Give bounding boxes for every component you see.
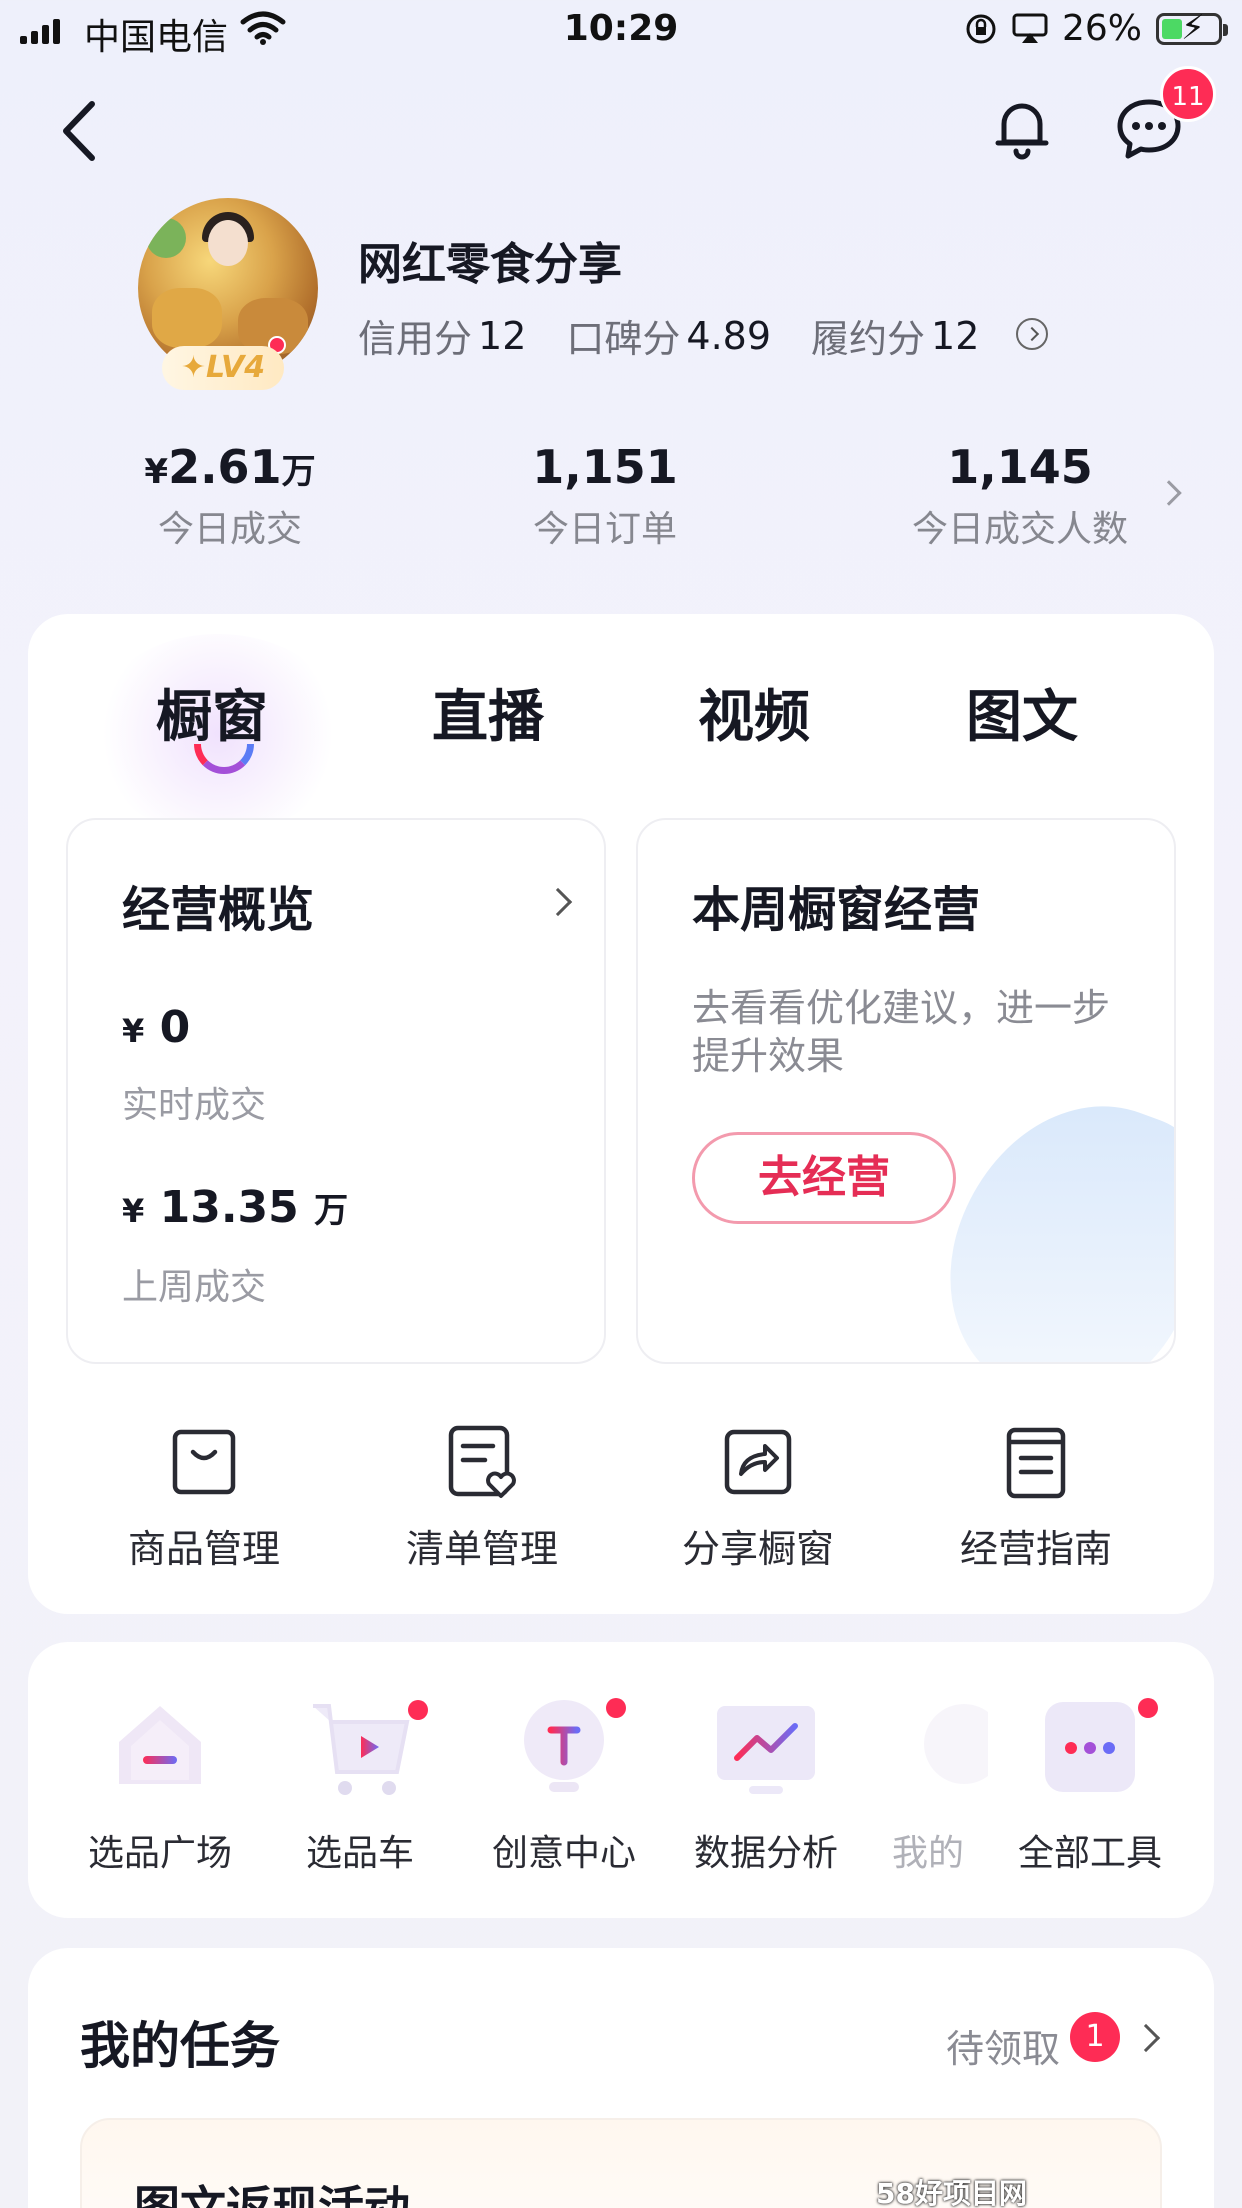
watermark: 58好项目网www.58hxm.com xyxy=(876,2177,1027,2208)
reputation-score-label: 口碑分 xyxy=(566,317,681,361)
app-creative-center[interactable]: 创意中心 xyxy=(464,1692,664,1876)
score-row[interactable]: 信用分 12 口碑分 4.89 履约分 12 xyxy=(358,308,1019,363)
app-mine-partial[interactable]: 我的 xyxy=(878,1692,988,1876)
notification-dot xyxy=(408,1700,428,1720)
weekly-title: 本周橱窗经营 xyxy=(692,882,981,938)
rotation-lock-icon xyxy=(966,14,996,43)
analytics-icon xyxy=(711,1692,821,1802)
tab-showcase[interactable]: 橱窗 xyxy=(156,672,268,753)
tab-graphic[interactable]: 图文 xyxy=(966,672,1078,753)
list-heart-icon xyxy=(448,1425,516,1498)
lightbulb-icon xyxy=(509,1692,619,1802)
chevron-right-icon[interactable] xyxy=(543,887,573,917)
go-manage-button[interactable]: 去经营 xyxy=(692,1132,956,1224)
shop-name: 网红零食分享 xyxy=(358,239,622,290)
battery-percent: 26% xyxy=(1061,8,1142,49)
app-selection-square[interactable]: 选品广场 xyxy=(60,1692,260,1876)
tool-share-showcase[interactable]: 分享橱窗 xyxy=(628,1422,888,1573)
tasks-card: 我的任务 待领取 1 图文返现活动 xyxy=(28,1948,1214,2208)
tool-product-manage[interactable]: 商品管理 xyxy=(74,1422,334,1573)
back-icon[interactable] xyxy=(56,96,106,166)
app-all-tools[interactable]: 全部工具 xyxy=(990,1692,1190,1876)
showcase-card: 橱窗 直播 视频 图文 经营概览 ¥ 0 实时成交 ¥ 13.35 万 上周成交… xyxy=(28,614,1214,1614)
lastweek-sales-value: ¥ 13.35 万 xyxy=(122,1182,349,1233)
realtime-sales-label: 实时成交 xyxy=(122,1085,267,1126)
notification-dot xyxy=(606,1698,626,1718)
decorative-shape xyxy=(913,1068,1174,1362)
cart-icon xyxy=(305,1692,415,1802)
bell-icon[interactable] xyxy=(992,96,1052,160)
message-badge: 11 xyxy=(1160,66,1216,122)
stat-today-sales[interactable]: ¥2.61万 今日成交 xyxy=(140,440,320,552)
notification-dot xyxy=(1138,1698,1158,1718)
tasks-title: 我的任务 xyxy=(80,2017,280,2075)
pending-label[interactable]: 待领取 xyxy=(946,2018,1060,2073)
fulfillment-score-label: 履约分 xyxy=(811,317,926,361)
reputation-score-value: 4.89 xyxy=(686,313,771,358)
app-selection-cart[interactable]: 选品车 xyxy=(260,1692,460,1876)
shopping-bag-icon xyxy=(172,1429,236,1495)
overview-title: 经营概览 xyxy=(122,882,315,938)
overview-panel[interactable]: 经营概览 ¥ 0 实时成交 ¥ 13.35 万 上周成交 xyxy=(66,818,606,1364)
score-detail-icon[interactable] xyxy=(1016,318,1048,350)
chevron-right-icon[interactable] xyxy=(1156,480,1182,506)
weekly-desc: 去看看优化建议，进一步提升效果 xyxy=(692,986,1111,1078)
app-data-analysis[interactable]: 数据分析 xyxy=(666,1692,866,1876)
more-dots-icon xyxy=(1035,1692,1145,1802)
status-bar: 中国电信 10:29 26% ⚡ xyxy=(0,0,1242,60)
tool-business-guide[interactable]: 经营指南 xyxy=(906,1422,1166,1573)
share-icon xyxy=(724,1429,792,1495)
house-icon xyxy=(105,1692,215,1802)
pending-count-badge: 1 xyxy=(1070,2012,1120,2062)
tools-strip: 选品广场 选品车 创意中心 数据分析 我的 全部工具 xyxy=(28,1642,1214,1918)
realtime-sales-value: ¥ 0 xyxy=(122,1002,191,1053)
tool-list-manage[interactable]: 清单管理 xyxy=(352,1422,612,1573)
tab-video[interactable]: 视频 xyxy=(698,672,810,753)
tab-live[interactable]: 直播 xyxy=(432,672,544,753)
level-badge: ✦LV4 xyxy=(162,346,284,390)
stat-today-buyers[interactable]: 1,145 今日成交人数 xyxy=(900,440,1140,552)
weekly-panel: 本周橱窗经营 去看看优化建议，进一步提升效果 去经营 xyxy=(636,818,1176,1364)
airplay-icon xyxy=(1012,13,1048,43)
app-icon xyxy=(908,1692,988,1802)
fulfillment-score-value: 12 xyxy=(931,313,980,358)
credit-score-label: 信用分 xyxy=(358,317,473,361)
credit-score-value: 12 xyxy=(478,313,527,358)
stat-today-orders[interactable]: 1,151 今日订单 xyxy=(500,440,710,552)
lastweek-sales-label: 上周成交 xyxy=(122,1267,267,1308)
guide-book-icon xyxy=(1006,1427,1066,1499)
battery-icon: ⚡ xyxy=(1156,11,1228,45)
task-item-title: 图文返现活动 xyxy=(134,2181,410,2208)
chevron-right-icon[interactable] xyxy=(1131,2023,1161,2053)
